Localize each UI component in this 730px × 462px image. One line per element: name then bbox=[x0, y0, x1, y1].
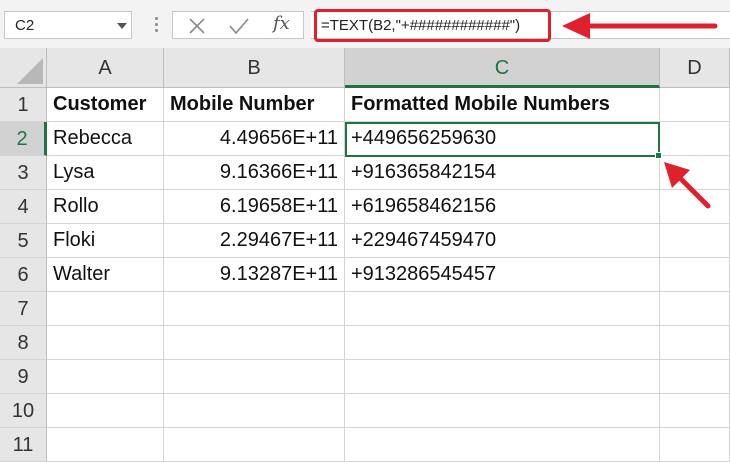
cell-c8[interactable] bbox=[345, 326, 660, 360]
cell-c9[interactable] bbox=[345, 360, 660, 394]
formula-buttons: fx bbox=[172, 11, 304, 39]
cell-b4[interactable]: 6.19658E+11 bbox=[164, 190, 345, 224]
column-header-a[interactable]: A bbox=[47, 48, 164, 88]
column-header-d[interactable]: D bbox=[660, 48, 730, 88]
cell-a10[interactable] bbox=[47, 394, 164, 428]
cell-b9[interactable] bbox=[164, 360, 345, 394]
cell-a7[interactable] bbox=[47, 292, 164, 326]
cell-b2[interactable]: 4.49656E+11 bbox=[164, 122, 345, 156]
cell-d8[interactable] bbox=[660, 326, 730, 360]
spreadsheet-grid: A B C D 1 2 3 4 5 6 7 8 9 10 11 Customer… bbox=[0, 48, 730, 462]
row-header-1[interactable]: 1 bbox=[0, 88, 47, 122]
cell-b6[interactable]: 9.13287E+11 bbox=[164, 258, 345, 292]
cell-c7[interactable] bbox=[345, 292, 660, 326]
cell-a2[interactable]: Rebecca bbox=[47, 122, 164, 156]
cell-c4[interactable]: +619658462156 bbox=[345, 190, 660, 224]
cancel-icon[interactable] bbox=[187, 16, 207, 36]
cell-d10[interactable] bbox=[660, 394, 730, 428]
cell-d1[interactable] bbox=[660, 88, 730, 122]
drag-handle-icon[interactable] bbox=[155, 15, 159, 35]
cell-c3[interactable]: +916365842154 bbox=[345, 156, 660, 190]
chevron-down-icon[interactable] bbox=[117, 23, 127, 29]
row-header-6[interactable]: 6 bbox=[0, 258, 47, 292]
cell-d2[interactable] bbox=[660, 122, 730, 156]
row-header-3[interactable]: 3 bbox=[0, 156, 47, 190]
cell-c5[interactable]: +229467459470 bbox=[345, 224, 660, 258]
row-header-9[interactable]: 9 bbox=[0, 360, 47, 394]
cell-b10[interactable] bbox=[164, 394, 345, 428]
cell-b7[interactable] bbox=[164, 292, 345, 326]
column-header-b[interactable]: B bbox=[164, 48, 345, 88]
cell-a4[interactable]: Rollo bbox=[47, 190, 164, 224]
active-cell-border bbox=[345, 122, 660, 157]
row-header-10[interactable]: 10 bbox=[0, 394, 47, 428]
cell-c6[interactable]: +913286545457 bbox=[345, 258, 660, 292]
formula-highlight-box bbox=[314, 9, 551, 42]
cell-d6[interactable] bbox=[660, 258, 730, 292]
cell-b1[interactable]: Mobile Number bbox=[164, 88, 345, 122]
cell-d9[interactable] bbox=[660, 360, 730, 394]
cell-a8[interactable] bbox=[47, 326, 164, 360]
cell-a6[interactable]: Walter bbox=[47, 258, 164, 292]
cell-a1[interactable]: Customer bbox=[47, 88, 164, 122]
annotation-arrow-icon bbox=[562, 13, 718, 39]
row-header-4[interactable]: 4 bbox=[0, 190, 47, 224]
cell-c10[interactable] bbox=[345, 394, 660, 428]
cell-d5[interactable] bbox=[660, 224, 730, 258]
name-box-value: C2 bbox=[15, 17, 35, 34]
cell-b5[interactable]: 2.29467E+11 bbox=[164, 224, 345, 258]
row-header-5[interactable]: 5 bbox=[0, 224, 47, 258]
checkmark-icon[interactable] bbox=[228, 16, 250, 36]
cell-a9[interactable] bbox=[47, 360, 164, 394]
row-header-2[interactable]: 2 bbox=[0, 122, 47, 156]
cell-b8[interactable] bbox=[164, 326, 345, 360]
cell-a3[interactable]: Lysa bbox=[47, 156, 164, 190]
cell-d7[interactable] bbox=[660, 292, 730, 326]
cell-c1[interactable]: Formatted Mobile Numbers bbox=[345, 88, 660, 122]
cell-b3[interactable]: 9.16366E+11 bbox=[164, 156, 345, 190]
cell-a5[interactable]: Floki bbox=[47, 224, 164, 258]
row-header-8[interactable]: 8 bbox=[0, 326, 47, 360]
row-header-7[interactable]: 7 bbox=[0, 292, 47, 326]
name-box[interactable]: C2 bbox=[4, 11, 132, 39]
insert-function-icon[interactable]: fx bbox=[273, 13, 290, 34]
select-all-corner[interactable] bbox=[0, 48, 47, 88]
column-header-c[interactable]: C bbox=[345, 48, 660, 88]
annotation-arrow-icon bbox=[664, 162, 711, 209]
